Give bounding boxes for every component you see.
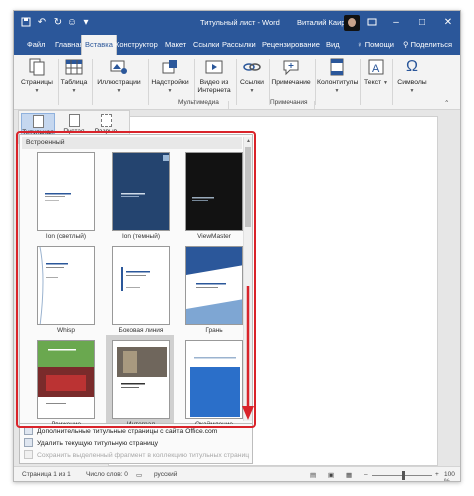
lightbulb-icon: ♀ — [357, 40, 363, 49]
gallery-menu: Дополнительные титульные страницы с сайт… — [19, 424, 253, 464]
video-icon — [204, 57, 224, 77]
online-video-button[interactable]: Видео из Интернета — [196, 57, 232, 95]
cover-page-icon — [32, 115, 44, 128]
customize-qat-icon[interactable]: ▾ — [80, 17, 92, 29]
tab-review[interactable]: Рецензирование — [259, 35, 323, 55]
zoom-level[interactable]: 100 % — [444, 471, 460, 481]
annotation-box — [16, 131, 256, 428]
illustrations-label: Иллюстрации — [97, 79, 141, 86]
ribbon: Страницы ▼ Таблица ▼ Иллюстрации ▼ Надстро… — [14, 55, 460, 110]
window-title: Титульный лист - Word — [200, 18, 280, 27]
title-bar: ↶ ↻ ☺ ▾ Титульный лист - Word Виталий Ка… — [14, 11, 460, 35]
tab-references[interactable]: Ссылки — [190, 35, 222, 55]
tab-help-label: Помощи — [364, 40, 394, 49]
text-label: Текст — [364, 79, 382, 86]
symbols-button[interactable]: Ω Символы ▼ — [394, 57, 430, 95]
save-icon[interactable] — [20, 17, 32, 29]
page-break-icon — [100, 114, 112, 127]
addins-button[interactable]: Надстройки ▼ — [150, 57, 190, 95]
menu-save-label: Сохранить выделенный фрагмент в коллекци… — [37, 452, 250, 459]
collapse-ribbon-icon[interactable]: ⌃ — [444, 99, 449, 107]
tab-share[interactable]: ⚲ Поделиться — [400, 35, 455, 55]
illustrations-button[interactable]: Иллюстрации ▼ — [94, 57, 144, 95]
pages-icon — [27, 57, 47, 77]
table-label: Таблица — [60, 79, 88, 86]
ribbon-tabs: Файл Главная Вставка Конструктор Макет С… — [14, 35, 460, 55]
read-mode-icon[interactable]: ▤ — [310, 471, 316, 479]
word-window: ↶ ↻ ☺ ▾ Титульный лист - Word Виталий Ка… — [13, 10, 461, 482]
status-language[interactable]: русский — [154, 471, 177, 478]
omega-icon: Ω — [406, 58, 418, 75]
symbols-label: Символы — [397, 79, 427, 86]
online-video-label: Видео из Интернета — [197, 79, 231, 94]
blank-page-icon — [68, 114, 80, 127]
share-icon: ⚲ — [403, 40, 409, 49]
pages-button[interactable]: Страницы ▼ — [20, 57, 54, 95]
text-button[interactable]: A Текст ▼ — [362, 57, 390, 87]
comment-icon — [281, 57, 301, 77]
status-words[interactable]: Число слов: 0 — [86, 471, 128, 478]
tab-view[interactable]: Вид — [323, 35, 343, 55]
textbox-icon: A — [366, 57, 386, 77]
undo-icon[interactable]: ↶ — [36, 17, 48, 29]
link-icon — [242, 57, 262, 77]
redo-icon[interactable]: ↻ — [52, 17, 64, 29]
table-button[interactable]: Таблица ▼ — [60, 57, 88, 95]
menu-more-label: Дополнительные титульные страницы с сайт… — [37, 428, 218, 435]
zoom-in-icon[interactable]: + — [435, 471, 439, 478]
comment-label: Примечание — [271, 79, 311, 86]
print-layout-icon[interactable]: ▣ — [328, 471, 334, 479]
zoom-out-icon[interactable]: – — [364, 471, 368, 478]
links-label: Ссылки — [240, 79, 264, 86]
close-icon[interactable]: ✕ — [442, 17, 454, 29]
annotation-arrow-icon — [242, 286, 254, 420]
maximize-icon[interactable]: □ — [416, 17, 428, 29]
status-bar: Страница 1 из 1 Число слов: 0 ▭ русский … — [14, 466, 460, 481]
comment-button[interactable]: Примечание — [271, 57, 311, 87]
group-media-label: Мультимедиа — [178, 99, 219, 106]
tab-layout[interactable]: Макет — [162, 35, 189, 55]
pages-label: Страницы — [21, 79, 53, 86]
tab-file[interactable]: Файл — [24, 35, 48, 55]
menu-remove-label: Удалить текущую титульную страницу — [37, 440, 159, 447]
tab-design[interactable]: Конструктор — [112, 35, 161, 55]
headers-footers-button[interactable]: Колонтитулы ▼ — [317, 57, 359, 95]
headers-footers-label: Колонтитулы — [317, 79, 359, 86]
minimize-icon[interactable]: – — [390, 17, 402, 29]
addins-label: Надстройки — [151, 79, 189, 86]
avatar[interactable] — [344, 15, 360, 31]
save-selection-icon — [24, 450, 33, 459]
svg-text:A: A — [372, 63, 380, 75]
status-page[interactable]: Страница 1 из 1 — [22, 471, 71, 478]
menu-remove-cover-page[interactable]: Удалить текущую титульную страницу — [24, 438, 158, 449]
header-footer-icon — [327, 57, 347, 77]
proofing-icon[interactable]: ▭ — [136, 471, 142, 479]
tab-mailings[interactable]: Рассылки — [219, 35, 259, 55]
tab-help[interactable]: ♀ Помощи — [354, 35, 397, 55]
illustrations-icon — [109, 57, 129, 77]
menu-save-selection: Сохранить выделенный фрагмент в коллекци… — [24, 450, 249, 461]
web-layout-icon[interactable]: ▦ — [346, 471, 352, 479]
zoom-slider-thumb[interactable] — [402, 471, 405, 480]
touch-mode-icon[interactable]: ☺ — [66, 17, 78, 29]
tab-share-label: Поделиться — [410, 40, 453, 49]
group-comments-label: Примечания — [270, 99, 308, 106]
links-button[interactable]: Ссылки ▼ — [238, 57, 266, 95]
ribbon-display-icon[interactable] — [366, 17, 378, 29]
table-icon — [64, 57, 84, 77]
remove-page-icon — [24, 438, 33, 447]
addins-icon — [160, 57, 180, 77]
